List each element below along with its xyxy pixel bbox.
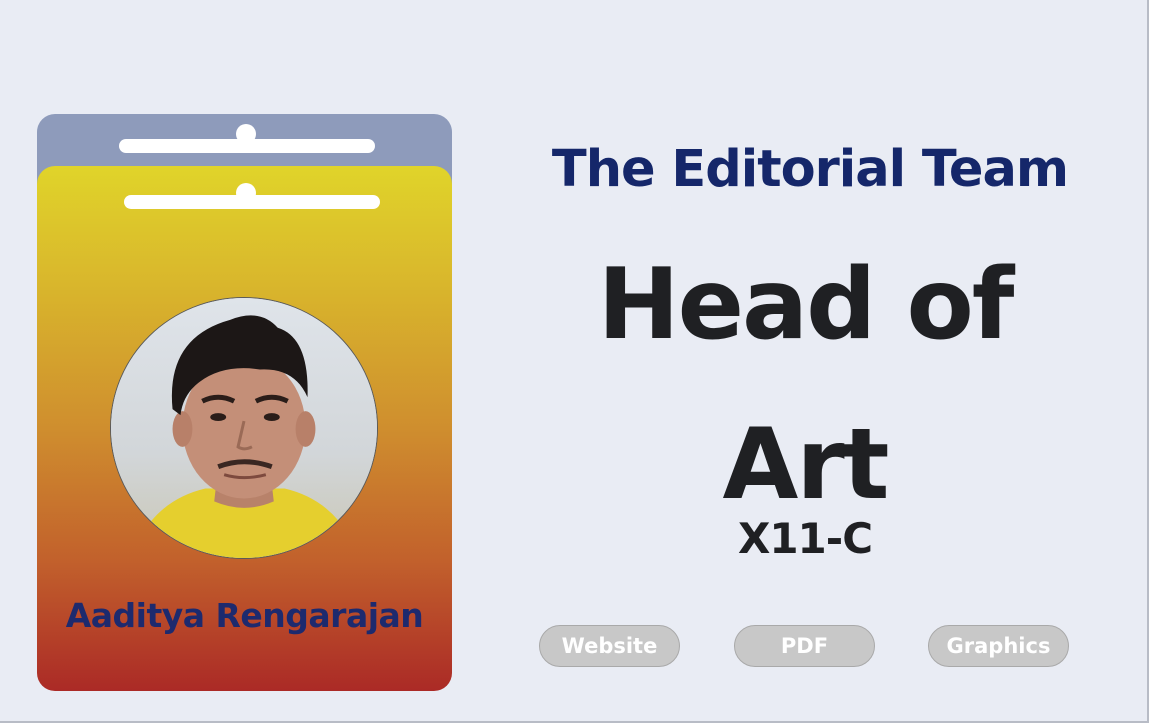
role-line-1: Head of (597, 248, 1015, 362)
role-title: Head of Art (520, 225, 1090, 545)
pdf-button[interactable]: PDF (734, 625, 875, 667)
profile-photo (111, 298, 377, 558)
class-code: X11-C (737, 514, 873, 563)
id-card: Aaditya Rengarajan (37, 166, 452, 691)
lanyard-clip (236, 183, 256, 203)
website-button[interactable]: Website (539, 625, 680, 667)
avatar (110, 297, 378, 559)
team-title: The Editorial Team (551, 140, 1069, 199)
page: Aaditya Rengarajan The Editorial Team He… (0, 0, 1149, 723)
lanyard-clip (236, 124, 256, 144)
graphics-button[interactable]: Graphics (928, 625, 1069, 667)
card-name: Aaditya Rengarajan (65, 596, 424, 635)
